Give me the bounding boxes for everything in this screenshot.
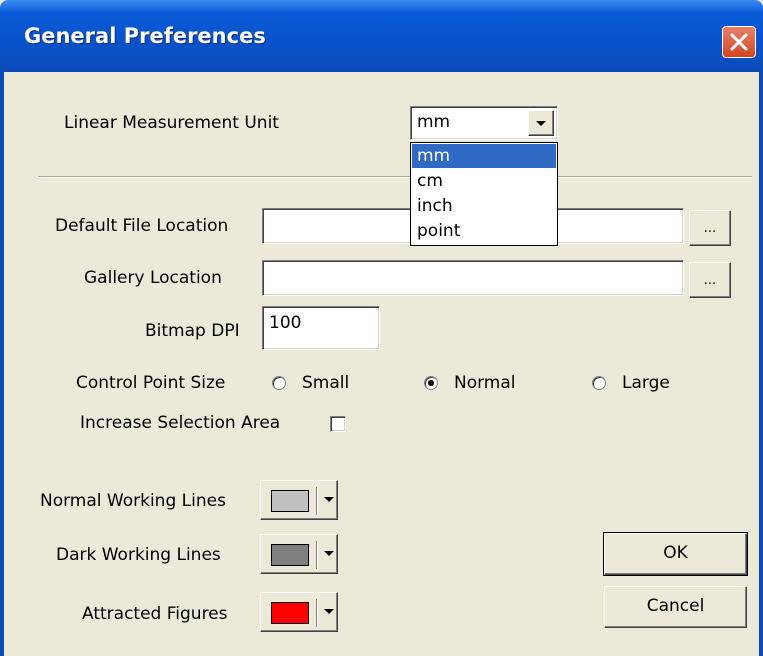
radio-selected-dot xyxy=(428,380,434,386)
dialog-title: General Preferences xyxy=(24,24,266,48)
attracted-figures-label: Attracted Figures xyxy=(82,604,228,624)
attracted-figures-color-button[interactable] xyxy=(260,592,338,632)
separator-line xyxy=(38,176,752,178)
radio-normal-label[interactable]: Normal xyxy=(454,373,516,393)
chevron-down-icon xyxy=(536,121,546,126)
normal-working-lines-swatch xyxy=(271,490,309,512)
increase-selection-area-checkbox[interactable] xyxy=(330,416,346,432)
dropdown-option-point[interactable]: point xyxy=(412,219,556,243)
increase-selection-area-label: Increase Selection Area xyxy=(80,413,281,433)
browse-button-label: ... xyxy=(703,273,717,288)
cancel-button-label: Cancel xyxy=(646,596,705,616)
bitmap-dpi-input[interactable]: 100 xyxy=(262,306,380,350)
dark-working-lines-color-button[interactable] xyxy=(260,534,338,574)
linear-unit-selected: mm xyxy=(417,112,451,132)
control-point-size-label: Control Point Size xyxy=(76,373,226,393)
general-preferences-dialog: General Preferences Linear Measurement U… xyxy=(0,0,763,656)
title-bar[interactable]: General Preferences xyxy=(0,0,763,72)
radio-large[interactable] xyxy=(592,376,606,390)
radio-small-label[interactable]: Small xyxy=(302,373,349,393)
chevron-down-icon xyxy=(324,497,334,502)
chevron-down-icon xyxy=(324,609,334,614)
linear-unit-combobox[interactable]: mm xyxy=(410,106,558,140)
dropdown-option-inch[interactable]: inch xyxy=(412,194,556,218)
normal-working-lines-color-button[interactable] xyxy=(260,480,338,520)
dark-working-lines-swatch xyxy=(271,544,309,566)
window-frame-left xyxy=(0,72,4,656)
color-button-divider xyxy=(316,487,318,515)
color-button-divider xyxy=(316,599,318,627)
close-button[interactable] xyxy=(722,26,756,58)
ok-button[interactable]: OK xyxy=(604,533,747,575)
gallery-location-browse-button[interactable]: ... xyxy=(689,262,731,298)
bitmap-dpi-label: Bitmap DPI xyxy=(145,321,240,341)
dropdown-option-mm[interactable]: mm xyxy=(412,144,556,168)
chevron-down-icon xyxy=(324,551,334,556)
close-icon xyxy=(730,33,748,51)
radio-normal[interactable] xyxy=(424,376,438,390)
linear-unit-dropdown-list: mm cm inch point xyxy=(410,142,558,246)
attracted-figures-swatch xyxy=(271,602,309,624)
default-file-location-browse-button[interactable]: ... xyxy=(689,210,731,246)
browse-button-label: ... xyxy=(703,221,717,236)
normal-working-lines-label: Normal Working Lines xyxy=(40,491,226,511)
linear-unit-dropdown-button[interactable] xyxy=(528,110,554,136)
color-button-divider xyxy=(316,541,318,569)
radio-large-label[interactable]: Large xyxy=(622,373,670,393)
dark-working-lines-label: Dark Working Lines xyxy=(56,545,221,565)
radio-small[interactable] xyxy=(272,376,286,390)
bitmap-dpi-value: 100 xyxy=(269,313,302,333)
window-frame-right xyxy=(759,72,763,656)
linear-unit-label: Linear Measurement Unit xyxy=(64,113,279,133)
gallery-location-input[interactable] xyxy=(262,260,684,296)
ok-button-label: OK xyxy=(663,543,688,563)
dropdown-option-cm[interactable]: cm xyxy=(412,169,556,193)
cancel-button[interactable]: Cancel xyxy=(604,586,747,628)
gallery-location-label: Gallery Location xyxy=(84,268,222,288)
default-file-location-label: Default File Location xyxy=(55,216,229,236)
